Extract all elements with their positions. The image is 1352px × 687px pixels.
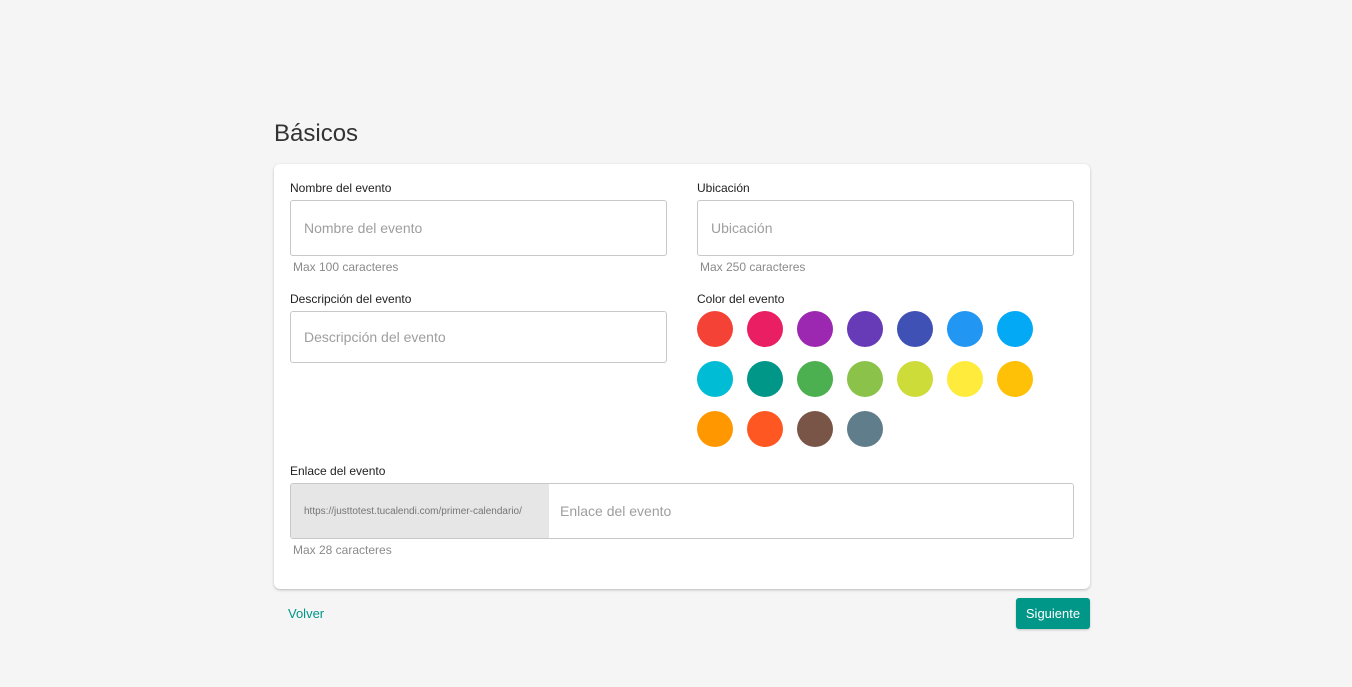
event-link-input[interactable]	[549, 484, 1073, 538]
color-swatch[interactable]	[897, 361, 933, 397]
event-name-hint: Max 100 caracteres	[293, 260, 399, 274]
color-swatch[interactable]	[747, 311, 783, 347]
color-label: Color del evento	[697, 292, 785, 306]
color-swatch[interactable]	[897, 311, 933, 347]
color-swatch[interactable]	[697, 411, 733, 447]
event-link-label: Enlace del evento	[290, 464, 386, 478]
color-swatch[interactable]	[847, 411, 883, 447]
location-input[interactable]	[697, 200, 1074, 256]
event-link-field: https://justtotest.tucalendi.com/primer-…	[290, 483, 1074, 539]
color-swatch[interactable]	[847, 361, 883, 397]
location-label: Ubicación	[697, 181, 750, 195]
event-name-label: Nombre del evento	[290, 181, 392, 195]
location-hint: Max 250 caracteres	[700, 260, 806, 274]
color-swatch[interactable]	[947, 311, 983, 347]
color-swatch[interactable]	[697, 361, 733, 397]
color-swatch[interactable]	[797, 411, 833, 447]
color-swatch[interactable]	[697, 311, 733, 347]
next-button[interactable]: Siguiente	[1016, 598, 1090, 629]
description-input[interactable]	[290, 311, 667, 363]
back-button[interactable]: Volver	[274, 598, 338, 629]
event-name-input[interactable]	[290, 200, 667, 256]
basics-form-card: Nombre del evento Max 100 caracteres Ubi…	[274, 164, 1090, 589]
description-label: Descripción del evento	[290, 292, 412, 306]
color-swatch[interactable]	[747, 411, 783, 447]
color-swatch[interactable]	[997, 361, 1033, 397]
color-swatch[interactable]	[847, 311, 883, 347]
color-swatch[interactable]	[947, 361, 983, 397]
event-link-prefix: https://justtotest.tucalendi.com/primer-…	[291, 484, 549, 538]
color-swatch[interactable]	[997, 311, 1033, 347]
page-title: Básicos	[274, 120, 359, 147]
page: Básicos Nombre del evento Max 100 caract…	[0, 0, 1352, 687]
color-swatch[interactable]	[747, 361, 783, 397]
event-link-hint: Max 28 caracteres	[293, 543, 392, 557]
color-swatch[interactable]	[797, 311, 833, 347]
color-swatch[interactable]	[797, 361, 833, 397]
